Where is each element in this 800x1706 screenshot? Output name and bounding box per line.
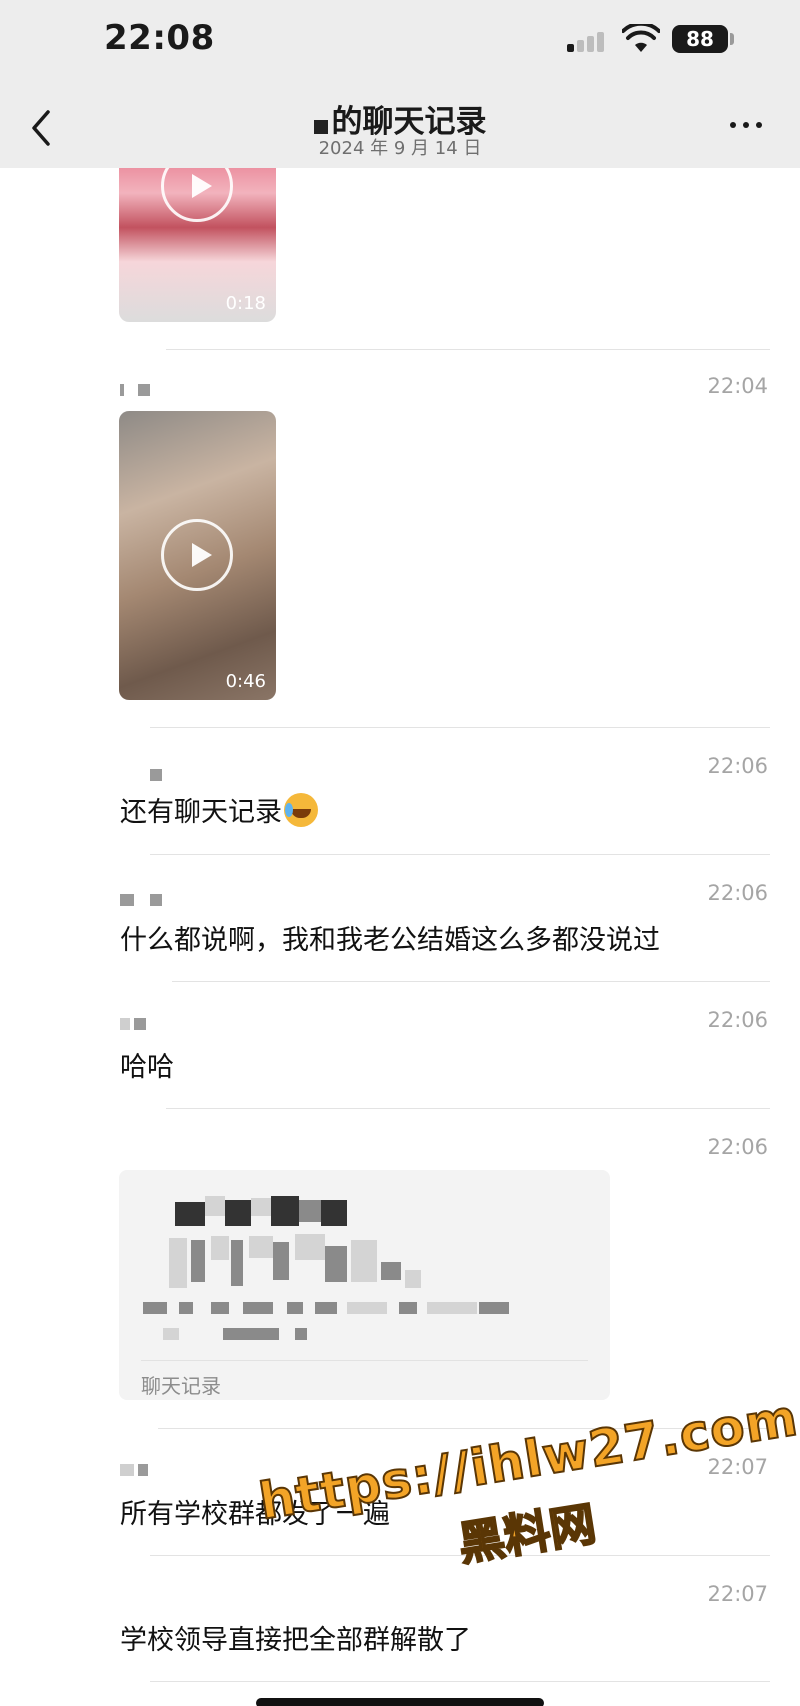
status-time: 22:08 xyxy=(104,18,215,58)
watermark-name: 黑料网 xyxy=(454,1495,601,1572)
page-subtitle-date: 2024 年 9 月 14 日 xyxy=(318,138,482,159)
divider xyxy=(150,1555,770,1556)
message-text: 学校领导直接把全部群解散了 xyxy=(120,1625,471,1656)
divider xyxy=(172,981,770,982)
video-duration: 0:46 xyxy=(225,671,266,692)
video-message[interactable]: 0:18 xyxy=(119,150,276,322)
message-text: 所有学校群都发了一遍 xyxy=(120,1499,390,1530)
message-timestamp: 22:07 xyxy=(707,1582,768,1606)
battery-indicator: 88 xyxy=(672,25,728,53)
video-duration: 0:18 xyxy=(225,293,266,314)
message-text: 什么都说啊，我和我老公结婚这么多都没说过 xyxy=(120,925,660,956)
message-timestamp: 22:06 xyxy=(707,1135,768,1159)
divider xyxy=(166,1108,770,1109)
laughing-crying-emoji-icon xyxy=(284,793,318,827)
cellular-signal-icon xyxy=(567,30,611,52)
message-timestamp: 22:06 xyxy=(707,881,768,905)
chat-record-label: 聊天记录 xyxy=(141,1374,221,1398)
divider xyxy=(158,1428,770,1429)
message-text-content: 还有聊天记录 xyxy=(120,797,282,828)
divider xyxy=(166,349,770,350)
home-indicator xyxy=(256,1698,544,1706)
divider xyxy=(150,1681,770,1682)
card-divider xyxy=(141,1360,588,1361)
message-timestamp: 22:07 xyxy=(707,1455,768,1479)
message-timestamp: 22:06 xyxy=(707,754,768,778)
more-options-icon[interactable] xyxy=(726,114,766,134)
message-text: 哈哈 xyxy=(120,1052,174,1083)
message-text: 还有聊天记录 xyxy=(120,790,318,829)
redacted-name xyxy=(313,120,328,134)
top-header: 22:08 88 的聊天记录 2024 年 9 月 14 日 xyxy=(0,0,800,168)
divider xyxy=(150,727,770,728)
divider xyxy=(150,854,770,855)
message-timestamp: 22:06 xyxy=(707,1008,768,1032)
chat-record-card[interactable]: 聊天记录 xyxy=(119,1170,610,1400)
play-icon[interactable] xyxy=(161,519,233,591)
battery-nub xyxy=(730,33,734,45)
message-timestamp: 22:04 xyxy=(707,374,768,398)
wifi-icon xyxy=(622,24,660,52)
video-message[interactable]: 0:46 xyxy=(119,411,276,700)
